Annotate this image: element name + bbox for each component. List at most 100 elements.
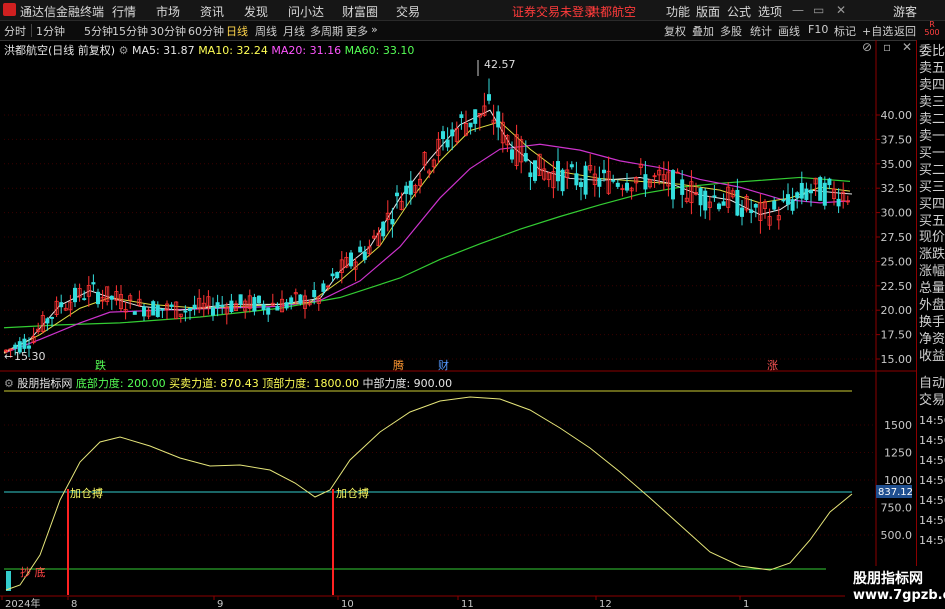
high-label: 42.57 [484, 58, 516, 71]
date-label: 2024年 [5, 597, 40, 609]
low-label: 15.30 [14, 350, 46, 363]
candle-body [22, 338, 27, 349]
candle-body [13, 344, 18, 349]
candle-body [394, 192, 399, 197]
candle-body [183, 310, 188, 313]
candle-body [362, 251, 367, 260]
candle-body [215, 302, 220, 309]
low-label-arrow: ← [4, 350, 13, 363]
candle-body [735, 189, 740, 216]
event-marker-up[interactable]: 涨 [767, 359, 778, 372]
candle-body [348, 252, 353, 267]
date-axis: 2024年 8 9 10 11 12 1 [1, 596, 749, 609]
candle-body [643, 174, 648, 190]
candle-body [26, 345, 31, 349]
indicator-tick-label: 750.0 [881, 502, 913, 515]
ma10-line [3, 121, 851, 354]
kline-chart[interactable]: 42.57 ← 15.30 跌 腾 财 涨 40.00 37.50 35.00 32.… [0, 0, 945, 609]
candle-body [440, 131, 445, 139]
candle-body [132, 311, 137, 315]
candle-body [73, 287, 78, 303]
price-tick-label: 40.00 [881, 109, 913, 122]
candle-body [229, 300, 234, 312]
candle-body [284, 302, 289, 309]
indicator-axis-ticks: 150012501000750.0500.0 [881, 419, 913, 542]
candle-body [82, 298, 87, 301]
candle-body [602, 169, 607, 174]
candle-body [809, 190, 814, 194]
candle-body [289, 297, 294, 304]
candle-body [680, 179, 685, 195]
candle-body [486, 94, 491, 101]
candle-body [335, 272, 340, 279]
candle-body [496, 111, 501, 128]
price-tick-label: 25.00 [881, 255, 913, 268]
quote-panel-item: 14:56 [919, 534, 945, 547]
candle-body [822, 182, 827, 206]
candlesticks [4, 78, 850, 358]
candle-body [321, 283, 326, 292]
event-marker-finance[interactable]: 财 [438, 358, 449, 372]
quote-panel-item: 14:56 [919, 454, 945, 467]
signal-label-2: 加仓搏 [336, 486, 369, 500]
candle-body [450, 129, 455, 137]
price-tick-label: 20.00 [881, 304, 913, 317]
candle-body [560, 169, 565, 192]
candle-body [50, 317, 55, 319]
candle-body [91, 282, 96, 285]
date-label: 1 [743, 599, 749, 609]
candle-body [404, 185, 409, 195]
candle-body [523, 153, 528, 162]
candle-body [381, 221, 386, 237]
candle-body [786, 194, 791, 205]
candle-body [625, 182, 630, 191]
candle-body [583, 165, 588, 195]
candle-body [795, 192, 800, 198]
watermark: 股朋指标网 www.7gpzb.com [845, 566, 945, 609]
candle-body [740, 207, 745, 217]
event-marker-fall[interactable]: 跌 [95, 358, 106, 372]
current-value: 837.12 [878, 487, 913, 498]
candle-body [59, 302, 64, 308]
candle-body [256, 295, 261, 304]
candle-body [579, 182, 584, 187]
price-tick-label: 30.00 [881, 207, 913, 220]
candle-body [252, 297, 257, 312]
price-tick-label: 17.50 [881, 329, 913, 342]
candle-body [187, 308, 192, 312]
ma5-line [3, 109, 853, 353]
candle-body [533, 160, 538, 181]
candle-body [836, 198, 841, 207]
candle-body [597, 178, 602, 187]
watermark-line2: www.7gpzb.com [853, 588, 945, 603]
date-label: 8 [71, 599, 77, 609]
price-tick-label: 27.50 [881, 231, 913, 244]
candle-body [753, 204, 758, 208]
candle-body [721, 201, 726, 206]
candle-body [749, 209, 754, 214]
indicator-tick-label: 500.0 [881, 529, 913, 542]
quote-panel-item: 14:56 [919, 474, 945, 487]
candle-body [574, 173, 579, 186]
candle-body [781, 199, 786, 202]
candle-body [151, 301, 156, 316]
candle-body [408, 180, 413, 195]
candle-body [261, 304, 266, 310]
candle-body [459, 114, 464, 119]
candle-body [330, 273, 335, 277]
price-tick-label: 35.00 [881, 158, 913, 171]
candle-body [556, 161, 561, 182]
candle-body [266, 307, 271, 315]
event-marker-rise[interactable]: 腾 [393, 358, 404, 372]
bottom-signal-label: 抄 底 [20, 565, 46, 579]
candle-body [358, 246, 363, 253]
candle-body [611, 179, 616, 182]
quote-panel-item: 14:56 [919, 414, 945, 427]
candle-body [169, 304, 174, 307]
candle-body [238, 294, 243, 305]
candle-body [790, 199, 795, 211]
candle-body [109, 295, 114, 300]
indicator-tick-label: 1250 [884, 447, 912, 460]
candle-body [160, 308, 165, 311]
candle-body [96, 291, 101, 305]
